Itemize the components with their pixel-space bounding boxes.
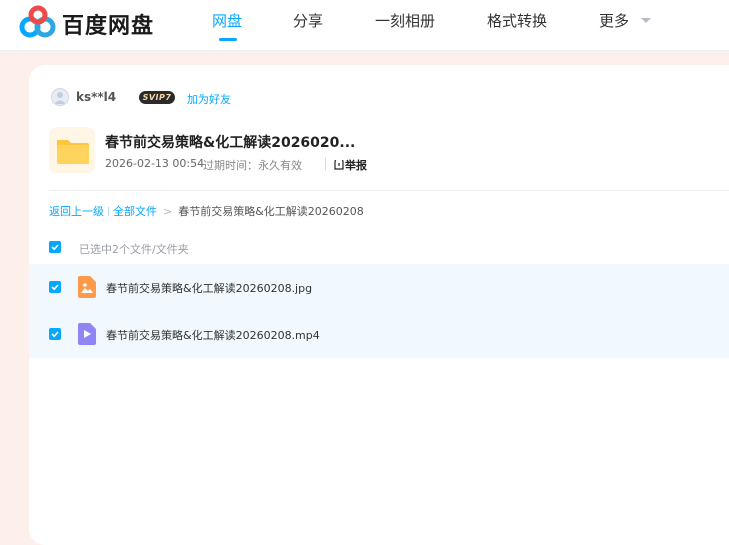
breadcrumb-arrow: > bbox=[163, 205, 173, 218]
nav-item-more[interactable]: 更多 bbox=[599, 10, 629, 31]
breadcrumb-separator bbox=[108, 207, 109, 216]
folder-thumbnail bbox=[49, 127, 95, 173]
breadcrumb-back[interactable]: 返回上一级 bbox=[49, 205, 104, 218]
folder-icon bbox=[57, 140, 89, 164]
breadcrumb-current: 春节前交易策略&化工解读20260208 bbox=[178, 205, 364, 218]
avatar[interactable] bbox=[51, 88, 69, 106]
expire-time: 过期时间：永久有效 bbox=[203, 159, 302, 172]
brand-name[interactable]: 百度网盘 bbox=[62, 8, 154, 40]
breadcrumb: 返回上一级 全部文件 > 春节前交易策略&化工解读20260208 bbox=[49, 203, 364, 219]
file-row[interactable]: 春节前交易策略&化工解读20260208.jpg bbox=[29, 264, 729, 311]
file-row[interactable]: 春节前交易策略&化工解读20260208.mp4 bbox=[29, 311, 729, 358]
file-name[interactable]: 春节前交易策略&化工解读20260208.jpg bbox=[106, 280, 312, 296]
nav-item-netdisk[interactable]: 网盘 bbox=[212, 10, 242, 31]
share-card: ks**l4 SVIP7 加为好友 春节前交易策略&化工解读2026020...… bbox=[29, 65, 729, 545]
report-button[interactable]: 举报 bbox=[334, 157, 367, 173]
select-all-checkbox[interactable] bbox=[49, 241, 61, 253]
sharer-username[interactable]: ks**l4 bbox=[76, 90, 116, 104]
check-icon bbox=[51, 331, 59, 338]
nav-item-share[interactable]: 分享 bbox=[293, 10, 323, 31]
shared-folder-title: 春节前交易策略&化工解读2026020... bbox=[105, 135, 356, 151]
selection-count: 已选中2个文件/文件夹 bbox=[79, 243, 189, 256]
check-icon bbox=[51, 284, 59, 291]
video-file-icon bbox=[78, 323, 96, 345]
meta-divider bbox=[325, 158, 326, 170]
share-meta: 2026-02-13 00:54 过期时间：永久有效 举报 bbox=[105, 157, 367, 172]
file-checkbox[interactable] bbox=[49, 281, 61, 293]
active-tab-indicator bbox=[219, 38, 237, 41]
add-friend-link[interactable]: 加为好友 bbox=[187, 91, 231, 107]
report-icon bbox=[334, 160, 344, 170]
chevron-down-icon[interactable] bbox=[641, 18, 651, 23]
breadcrumb-all-files[interactable]: 全部文件 bbox=[113, 205, 157, 218]
vip-badge: SVIP7 bbox=[139, 91, 175, 104]
check-icon bbox=[51, 244, 59, 251]
share-date: 2026-02-13 00:54 bbox=[105, 157, 205, 170]
nav-item-format-convert[interactable]: 格式转换 bbox=[487, 10, 547, 31]
image-file-icon bbox=[78, 276, 96, 298]
file-name[interactable]: 春节前交易策略&化工解读20260208.mp4 bbox=[106, 327, 320, 343]
report-label: 举报 bbox=[345, 159, 367, 172]
section-divider bbox=[49, 190, 729, 191]
nav-item-moment-album[interactable]: 一刻相册 bbox=[375, 10, 435, 31]
baidu-netdisk-logo-icon[interactable] bbox=[18, 5, 58, 41]
top-navigation-bar: 百度网盘 网盘 分享 一刻相册 格式转换 更多 bbox=[0, 0, 729, 51]
user-icon bbox=[54, 92, 66, 104]
file-checkbox[interactable] bbox=[49, 328, 61, 340]
